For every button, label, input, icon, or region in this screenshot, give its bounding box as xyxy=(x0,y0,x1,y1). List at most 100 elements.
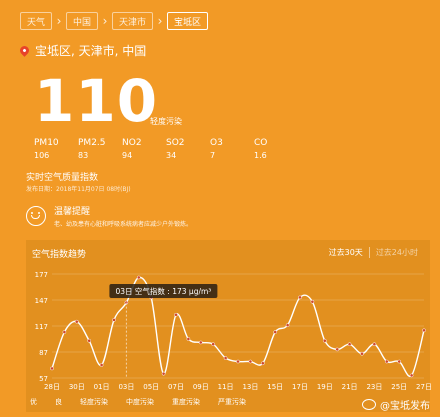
data-point xyxy=(310,299,315,304)
data-point xyxy=(87,338,92,343)
trend-panel: 空气指数趋势 过去30天 过去24小时 177 147 117 87 57 28日 30日 0… xyxy=(26,240,432,412)
data-point xyxy=(62,330,67,334)
data-point xyxy=(397,359,402,364)
x-tick-label: 05日 xyxy=(143,383,159,391)
legend-moderate: 中度污染 xyxy=(126,398,154,406)
pollutant-value: 83 xyxy=(78,151,89,160)
tooltip-text: 03日 空气指数 : 173 μg/m³ xyxy=(116,286,212,296)
pollutant-pm10: PM10 106 xyxy=(34,138,78,160)
pollutant-so2: SO2 34 xyxy=(166,138,210,160)
chevron-right-icon: › xyxy=(102,14,108,28)
data-point xyxy=(347,342,352,347)
data-point xyxy=(285,323,290,327)
watermark-text: @宝坻发布 xyxy=(380,401,430,412)
pollutant-no2: NO2 94 xyxy=(122,138,166,160)
breadcrumb-baodi[interactable]: 宝坻区 xyxy=(167,12,209,30)
data-point xyxy=(273,330,278,334)
x-tick-label: 11日 xyxy=(218,383,234,391)
data-point xyxy=(360,351,364,356)
data-point xyxy=(74,319,79,324)
breadcrumb-tianjin[interactable]: 天津市 xyxy=(112,12,154,30)
aqi-level: 轻度污染 xyxy=(150,117,182,126)
x-tick-label: 17日 xyxy=(292,383,308,391)
data-point xyxy=(174,312,178,317)
data-point xyxy=(260,361,265,366)
pollutant-value: 7 xyxy=(210,151,216,160)
x-tick-label: 21日 xyxy=(342,383,358,391)
aqi-value: 110 xyxy=(34,67,159,135)
tip-title: 温馨提醒 xyxy=(54,207,91,217)
aqi-legend: 优 良 轻度污染 中度污染 重度污染 严重污染 xyxy=(30,397,264,407)
data-point xyxy=(335,347,340,352)
x-tick-label: 27日 xyxy=(416,383,432,391)
smiley-icon xyxy=(26,206,46,226)
data-point xyxy=(223,356,228,360)
y-tick-label: 57 xyxy=(39,375,48,383)
pollutant-name: PM10 xyxy=(34,138,59,148)
pollutant-pm25: PM2.5 83 xyxy=(78,138,122,160)
x-tick-label: 15日 xyxy=(267,383,283,391)
data-point xyxy=(248,359,253,364)
x-tick-label: 25日 xyxy=(391,383,407,391)
pollutant-name: NO2 xyxy=(122,138,142,148)
tip-text: 老、幼及患有心脏和呼吸系统病者应减少户外锻炼。 xyxy=(54,221,193,228)
pollutant-value: 106 xyxy=(34,151,50,160)
breadcrumb-weather[interactable]: 天气 xyxy=(20,12,53,30)
pollutant-name: SO2 xyxy=(166,138,185,148)
y-tick-label: 87 xyxy=(39,349,48,357)
y-tick-label: 117 xyxy=(35,323,48,331)
x-tick-label: 23日 xyxy=(366,383,382,391)
legend-light: 轻度污染 xyxy=(80,398,108,406)
pollutant-value: 34 xyxy=(166,151,177,160)
pollutant-name: CO xyxy=(254,138,268,148)
publish-time: 发布日期：2018年11月07日 08时(BJ) xyxy=(26,186,131,193)
legend-severe: 严重污染 xyxy=(218,398,246,406)
pollutant-name: PM2.5 xyxy=(78,138,106,148)
data-point xyxy=(372,342,377,347)
legend-heavy: 重度污染 xyxy=(172,398,200,406)
breadcrumb: 天气 › 中国 › 天津市 › 宝坻区 xyxy=(20,10,209,32)
data-point xyxy=(161,371,166,376)
location-pin-icon xyxy=(18,44,31,57)
x-tick-label: 07日 xyxy=(168,383,184,391)
location-text: 宝坻区, 天津市, 中国 xyxy=(35,44,147,58)
aqi-trend-chart: 177 147 117 87 5728日 30日 01日 03日 05日 07日 09日 11日 13日… xyxy=(35,271,432,391)
pollutant-list: PM10 106 PM2.5 83 NO2 94 SO2 34 O3 7 CO 1.6 xyxy=(34,138,298,160)
data-point xyxy=(211,342,216,347)
data-point xyxy=(422,328,426,333)
y-tick-label: 147 xyxy=(35,297,48,305)
x-tick-label: 09日 xyxy=(193,383,209,391)
legend-good: 良 xyxy=(55,398,62,406)
data-point xyxy=(50,366,54,371)
health-tip: 温馨提醒 老、幼及患有心脏和呼吸系统病者应减少户外锻炼。 xyxy=(26,204,192,228)
pollutant-co: CO 1.6 xyxy=(254,138,298,160)
data-point xyxy=(198,340,203,345)
y-tick-label: 177 xyxy=(35,271,48,279)
x-tick-label: 30日 xyxy=(69,383,85,391)
breadcrumb-china[interactable]: 中国 xyxy=(66,12,99,30)
aqi-label: 实时空气质量指数 xyxy=(26,173,99,183)
data-point xyxy=(322,338,327,343)
chevron-right-icon: › xyxy=(157,14,163,28)
pollutant-name: O3 xyxy=(210,138,223,148)
pollutant-o3: O3 7 xyxy=(210,138,254,160)
weibo-icon xyxy=(362,399,376,410)
pollutant-value: 94 xyxy=(122,151,133,160)
data-point xyxy=(298,295,302,300)
data-point xyxy=(409,373,414,378)
x-tick-label: 13日 xyxy=(242,383,258,391)
data-point xyxy=(236,359,240,364)
data-point xyxy=(112,318,116,322)
pollutant-value: 1.6 xyxy=(254,151,267,160)
x-tick-label: 19日 xyxy=(317,383,333,391)
chevron-right-icon: › xyxy=(56,14,62,28)
data-point xyxy=(384,359,389,364)
location: 宝坻区, 天津市, 中国 xyxy=(18,42,147,59)
watermark: @宝坻发布 xyxy=(362,397,430,412)
x-tick-label: 28日 xyxy=(44,383,60,391)
legend-excellent: 优 xyxy=(30,398,37,406)
data-point xyxy=(186,337,191,341)
x-tick-label: 01日 xyxy=(94,383,110,391)
data-point xyxy=(136,275,141,280)
x-tick-label: 03日 xyxy=(118,383,134,391)
